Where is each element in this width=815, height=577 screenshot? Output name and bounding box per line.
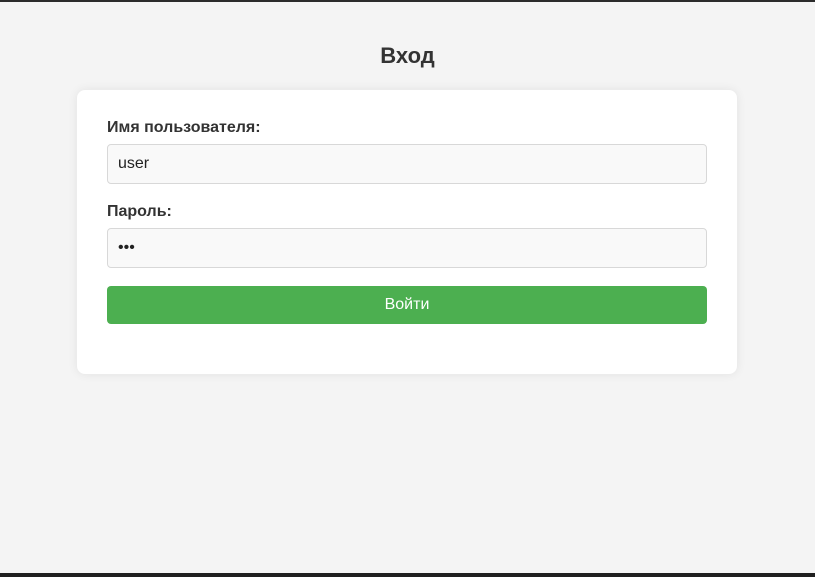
username-input[interactable]: user (107, 144, 707, 184)
page-title: Вход (380, 43, 435, 68)
username-label: Имя пользователя: (107, 119, 261, 136)
login-form: Имя пользователя: user Пароль: ••• Войти (77, 90, 737, 374)
login-page: Вход Имя пользователя: user Пароль: ••• … (0, 2, 815, 573)
login-button[interactable]: Войти (107, 286, 707, 324)
password-label: Пароль: (107, 203, 172, 220)
password-input[interactable]: ••• (107, 228, 707, 268)
